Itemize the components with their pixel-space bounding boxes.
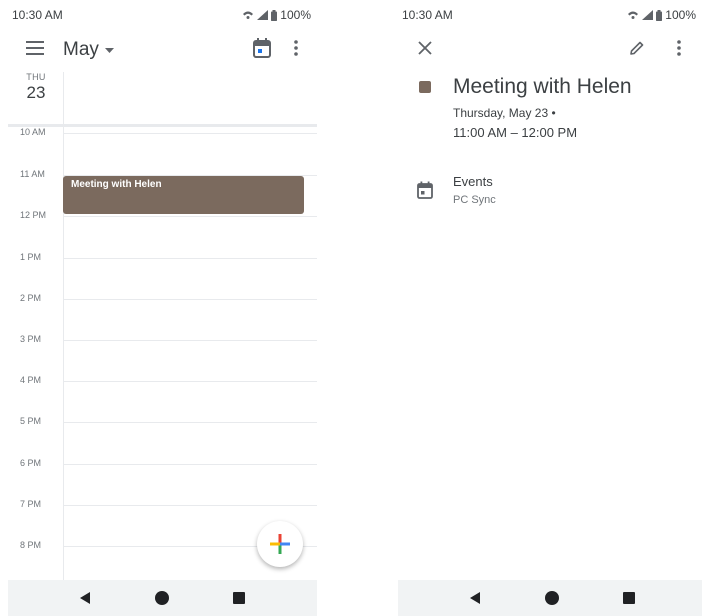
navigation-bar [398,580,702,616]
month-selector[interactable]: May [63,39,114,61]
battery-icon [271,9,278,21]
dropdown-arrow-icon [104,47,114,53]
calendar-name: Events [453,174,493,189]
hour-label: 4 PM [20,375,42,385]
wifi-calling-icon [628,11,639,19]
more-vert-icon[interactable] [294,40,298,56]
month-label: May [63,39,99,60]
home-icon[interactable] [155,591,169,605]
hour-label: 5 PM [20,416,42,426]
back-icon[interactable] [78,591,92,605]
signal-icon [642,10,654,20]
event-detail-time: 11:00 AM – 12:00 PM [453,125,578,140]
event-title: Meeting with Helen [71,179,162,190]
day-header[interactable]: THU 23 [22,72,50,103]
hour-row[interactable]: 6 PM [8,458,317,468]
edit-icon[interactable] [629,40,645,56]
event-color-swatch [419,81,431,93]
status-bar: 10:30 AM 100% [398,0,702,30]
day-date: 23 [26,83,46,102]
hour-row[interactable]: 12 PM [8,210,317,220]
event-detail-view: 10:30 AM 100% Meeting with Helen Thursda… [398,0,702,616]
hour-row[interactable]: 7 PM [8,499,317,509]
hour-label: 6 PM [20,458,42,468]
event-detail-date: Thursday, May 23 • [453,106,556,120]
status-icons: 100% [627,8,696,22]
hour-label: 8 PM [20,540,42,550]
status-time: 10:30 AM [402,8,453,22]
hour-label: 2 PM [20,293,42,303]
day-weekday: THU [26,72,46,82]
battery-percent: 100% [665,8,696,22]
hour-label: 7 PM [20,499,42,509]
wifi-calling-icon [243,11,254,19]
signal-icon [257,10,269,20]
status-bar: 10:30 AM 100% [8,0,317,30]
status-time: 10:30 AM [12,8,63,22]
event-block[interactable]: Meeting with Helen [63,176,304,214]
hour-label: 11 AM [20,169,45,179]
hour-row[interactable]: 10 AM [8,127,317,137]
hour-row[interactable]: 5 PM [8,416,317,426]
hour-row[interactable]: 2 PM [8,293,317,303]
event-detail-title: Meeting with Helen [453,75,632,98]
status-icons: 100% [242,8,311,22]
add-icon [270,534,290,554]
hour-label: 3 PM [20,334,42,344]
hour-label: 10 AM [20,127,46,137]
calendar-day-view: 10:30 AM 100% May THU 23 10 AM 11 AM 12 … [8,0,317,616]
navigation-bar [8,580,317,616]
today-icon[interactable] [253,38,271,58]
more-vert-icon[interactable] [677,40,681,56]
back-icon[interactable] [468,591,482,605]
hour-row[interactable]: 3 PM [8,334,317,344]
close-icon[interactable] [418,41,432,55]
menu-icon[interactable] [26,41,44,55]
hour-row[interactable]: 1 PM [8,252,317,262]
hour-label: 12 PM [20,210,47,220]
hour-row[interactable]: 4 PM [8,375,317,385]
home-icon[interactable] [545,591,559,605]
battery-icon [656,9,663,21]
recents-icon[interactable] [232,591,246,605]
hour-label: 1 PM [20,252,42,262]
calendar-icon [417,181,433,199]
recents-icon[interactable] [622,591,636,605]
add-event-button[interactable] [257,521,303,567]
battery-percent: 100% [280,8,311,22]
calendar-account: PC Sync [453,194,496,206]
app-bar: May [8,30,317,70]
